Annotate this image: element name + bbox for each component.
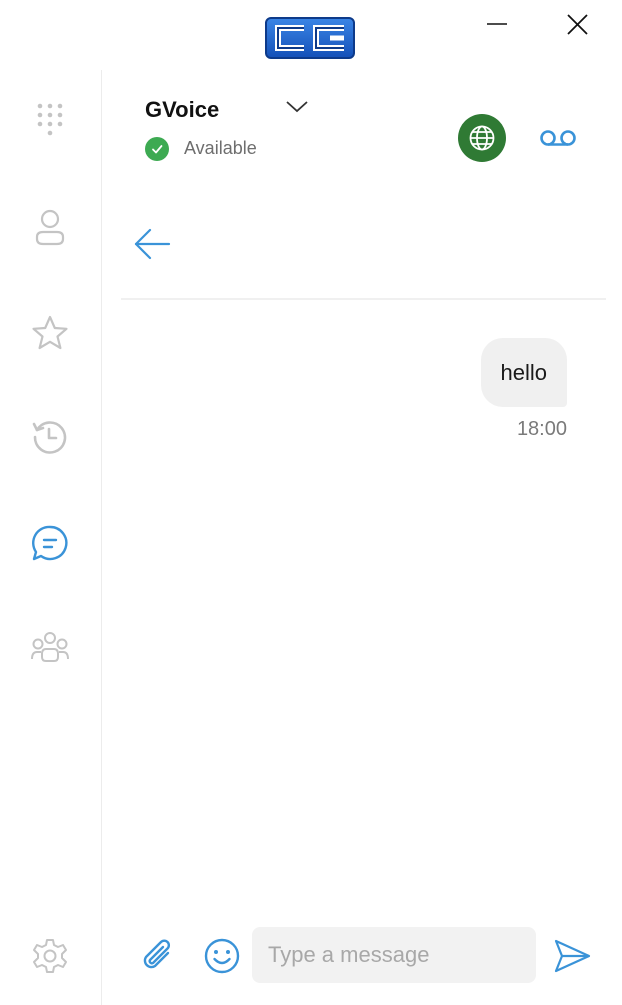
- check-icon: [152, 145, 163, 154]
- account-dropdown-button[interactable]: [284, 96, 310, 118]
- account-header: GVoice Available: [102, 70, 622, 180]
- dialpad-icon: [37, 103, 63, 136]
- sidebar-item-contacts[interactable]: [28, 206, 72, 250]
- account-name[interactable]: GVoice: [145, 97, 219, 123]
- close-button[interactable]: [558, 8, 598, 42]
- star-icon: [32, 315, 68, 350]
- message-bubble-outgoing[interactable]: hello: [480, 338, 567, 407]
- arrow-left-icon: [134, 228, 171, 260]
- sidebar-item-groups[interactable]: [28, 626, 72, 670]
- close-icon: [567, 14, 588, 35]
- status-label: Available: [184, 138, 257, 158]
- back-button[interactable]: [132, 224, 172, 264]
- message-list: hello 18:00: [121, 300, 606, 910]
- message-timestamp: 18:00: [516, 418, 567, 440]
- globe-icon: [469, 125, 495, 151]
- history-icon: [32, 421, 67, 454]
- group-icon: [31, 632, 69, 662]
- app-logo: [264, 16, 356, 60]
- sidebar-item-favorites[interactable]: [28, 311, 72, 355]
- minimize-icon: [487, 23, 507, 25]
- message-input[interactable]: [252, 927, 536, 983]
- emoji-button[interactable]: [202, 936, 242, 976]
- sidebar: [0, 70, 102, 1005]
- smiley-icon: [204, 938, 240, 974]
- gear-icon: [33, 939, 67, 973]
- chevron-down-icon: [286, 101, 308, 113]
- send-button[interactable]: [552, 936, 592, 976]
- sidebar-item-chat[interactable]: [28, 521, 72, 565]
- title-bar: [0, 0, 622, 70]
- sidebar-item-settings[interactable]: [28, 934, 72, 978]
- send-icon: [554, 939, 591, 973]
- voicemail-button[interactable]: [538, 126, 578, 150]
- globe-button[interactable]: [458, 114, 506, 162]
- minimize-button[interactable]: [476, 8, 516, 42]
- attach-button[interactable]: [138, 936, 178, 976]
- status-available-icon: [145, 137, 169, 161]
- voicemail-icon: [540, 130, 576, 146]
- paperclip-icon: [143, 939, 171, 969]
- person-icon: [35, 209, 65, 246]
- sidebar-item-dialpad[interactable]: [28, 99, 72, 143]
- message-composer: [102, 920, 622, 1005]
- sidebar-item-history[interactable]: [28, 415, 72, 459]
- chat-icon: [32, 525, 68, 561]
